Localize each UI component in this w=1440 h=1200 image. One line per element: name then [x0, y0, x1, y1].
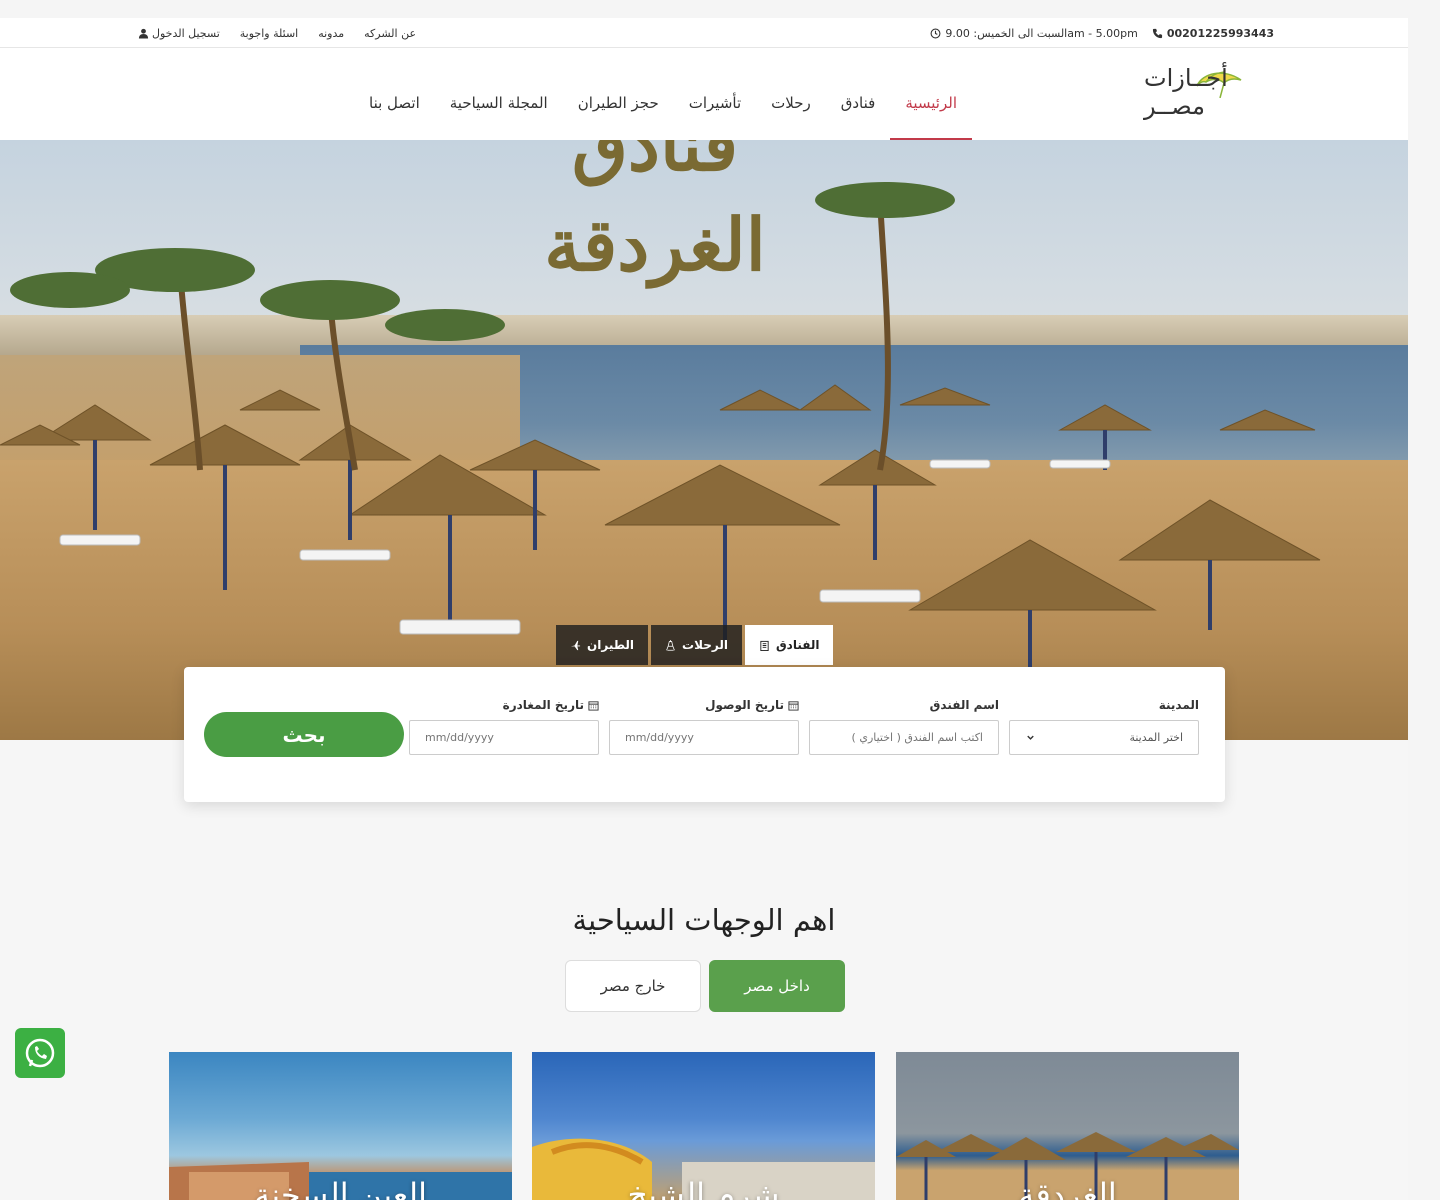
top-links: تسجيل الدخول اسئلة واجوبة مدونه عن الشرك…	[138, 27, 416, 40]
plane-icon	[570, 640, 581, 650]
city-label: المدينة	[1158, 698, 1199, 712]
tab-flights[interactable]: الطيران	[556, 625, 649, 665]
hero-title: فنادق	[572, 140, 738, 187]
blog-link[interactable]: مدونه	[318, 27, 344, 40]
main-nav: الرئيسية فنادق رحلات تأشيرات حجز الطيران…	[354, 48, 972, 140]
departure-date-box	[409, 720, 599, 755]
nav-visas[interactable]: تأشيرات	[674, 48, 756, 140]
nav-flights[interactable]: حجز الطيران	[563, 48, 674, 140]
card-caption: الغردقة	[1018, 1176, 1117, 1200]
hotel-name-input[interactable]	[825, 731, 983, 744]
nav-home[interactable]: الرئيسية	[890, 48, 972, 140]
tab-trips[interactable]: الرحلات	[651, 625, 742, 665]
site-logo[interactable]: أجــازات مصــر	[1144, 64, 1274, 120]
tab-hotels[interactable]: الفنادق	[744, 625, 834, 665]
calendar-icon	[588, 700, 599, 711]
top-bar: 00201225993443 السبت الى الخميس: 9.00am …	[0, 18, 1408, 48]
whatsapp-button[interactable]	[15, 1028, 65, 1078]
card-caption: العين السخنة	[254, 1176, 427, 1200]
about-link[interactable]: عن الشركه	[364, 27, 416, 40]
destination-cards: الغردقة شرم الشيخ العين السخنة	[169, 1052, 1239, 1200]
chevron-down-icon	[1027, 735, 1034, 740]
departure-date-label: تاريخ المغادرة	[409, 695, 599, 715]
destination-card-hurghada[interactable]: الغردقة	[896, 1052, 1239, 1200]
whatsapp-icon	[25, 1038, 55, 1068]
logo-text: أجــازات مصــر	[1144, 64, 1228, 120]
destination-tabs: داخل مصر خارج مصر	[565, 960, 845, 1012]
contact-info: 00201225993443 السبت الى الخميس: 9.00am …	[930, 27, 1274, 40]
destinations-title: اهم الوجهات السياحية	[572, 903, 836, 937]
phone-icon	[1152, 28, 1162, 39]
arrival-date-box	[609, 720, 799, 755]
tab-outside-egypt[interactable]: خارج مصر	[565, 960, 701, 1012]
hotel-name-field: اسم الفندق	[809, 695, 999, 755]
calendar-icon	[788, 700, 799, 711]
login-link[interactable]: تسجيل الدخول	[138, 27, 220, 40]
departure-date-input[interactable]	[425, 731, 583, 744]
city-select[interactable]: اختر المدينة	[1009, 720, 1199, 755]
faq-link[interactable]: اسئلة واجوبة	[240, 27, 298, 40]
eiffel-icon	[666, 639, 675, 651]
nav-contact[interactable]: اتصل بنا	[354, 48, 435, 140]
destination-card-sharm[interactable]: شرم الشيخ	[532, 1052, 875, 1200]
tab-inside-egypt[interactable]: داخل مصر	[709, 960, 845, 1012]
search-button[interactable]: بحث	[204, 712, 404, 757]
phone-number[interactable]: 00201225993443	[1152, 27, 1274, 40]
hotel-name-label: اسم الفندق	[929, 698, 999, 712]
arrival-date-input[interactable]	[625, 731, 783, 744]
nav-magazine[interactable]: المجلة السياحية	[435, 48, 563, 140]
nav-trips[interactable]: رحلات	[756, 48, 826, 140]
card-caption: شرم الشيخ	[627, 1176, 780, 1200]
working-hours: السبت الى الخميس: 9.00am - 5.00pm	[930, 27, 1138, 40]
clock-icon	[930, 28, 941, 39]
city-field: المدينة اختر المدينة	[1009, 695, 1199, 755]
arrival-date-label: تاريخ الوصول	[609, 695, 799, 715]
destination-card-sokhna[interactable]: العين السخنة	[169, 1052, 512, 1200]
user-icon	[138, 28, 149, 39]
departure-date-field: تاريخ المغادرة	[409, 695, 599, 755]
hero-subtitle: الغردقة	[544, 202, 765, 289]
search-form: المدينة اختر المدينة اسم الفندق تاريخ ال…	[184, 667, 1225, 802]
hotel-name-box	[809, 720, 999, 755]
nav-hotels[interactable]: فنادق	[826, 48, 891, 140]
hotel-icon	[760, 640, 769, 651]
main-header: أجــازات مصــر الرئيسية فنادق رحلات تأشي…	[0, 48, 1408, 140]
search-tabs: الفنادق الرحلات الطيران	[553, 625, 834, 665]
arrival-date-field: تاريخ الوصول	[609, 695, 799, 755]
